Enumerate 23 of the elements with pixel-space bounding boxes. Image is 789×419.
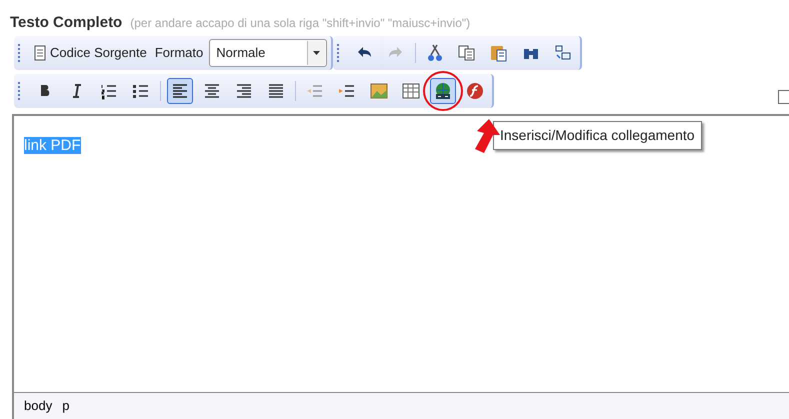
globe-link-icon <box>433 81 453 101</box>
element-path[interactable]: p <box>62 396 70 416</box>
square-button[interactable] <box>778 90 789 104</box>
grip-handle[interactable] <box>18 44 21 62</box>
flash-icon <box>465 81 485 101</box>
field-hint: (per andare accapo di una sola riga "shift+invio" "maiusc+invio") <box>130 15 470 32</box>
editor-text: link PDF <box>24 137 81 154</box>
field-label: Testo Completo <box>10 13 122 33</box>
paste-icon <box>489 43 510 63</box>
document-icon <box>34 45 46 61</box>
image-icon <box>369 81 389 101</box>
globe-link-button[interactable] <box>430 78 456 104</box>
grip-handle[interactable] <box>18 82 21 100</box>
element-path[interactable]: body <box>24 396 52 416</box>
grip-handle[interactable] <box>337 44 340 62</box>
caret-icon <box>313 51 320 55</box>
tooltip: Inserisci/Modifica collegamento <box>493 121 702 150</box>
format-label: Formato <box>154 44 204 62</box>
table-icon <box>401 81 421 101</box>
copy-icon <box>457 43 478 63</box>
align-left-button[interactable] <box>167 78 193 104</box>
source-button[interactable]: Codice Sorgente <box>32 40 149 66</box>
format-select[interactable]: Normale <box>209 39 328 67</box>
